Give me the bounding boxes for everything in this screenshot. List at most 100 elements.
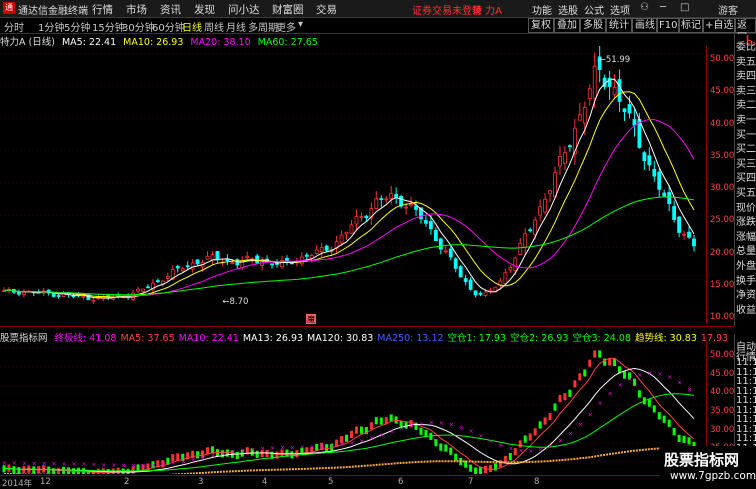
quote-row-label[interactable]: 卖三 bbox=[736, 82, 756, 97]
event-marker-label: 魔 bbox=[307, 314, 315, 324]
candle-body bbox=[553, 172, 557, 198]
ultimate-line-mark: × bbox=[369, 435, 374, 442]
ultimate-line-mark: × bbox=[210, 453, 215, 460]
indicator-chart[interactable]: × × × × × × × × × × × × × × × × × × × × × × × × × × × × × × × × × × × × × × × ×… bbox=[0, 342, 706, 474]
ultimate-line-mark: × bbox=[578, 421, 583, 428]
minimize-icon[interactable]: ─ bbox=[660, 2, 666, 13]
menu-wealth-circle[interactable]: 财富圈 bbox=[272, 2, 304, 17]
menu-news[interactable]: 资讯 bbox=[160, 2, 181, 17]
mark-button[interactable]: 标记 bbox=[678, 18, 704, 33]
quote-side-panel: 委比 卖五 卖四 卖三 卖二 卖一 买一 买二 买三 买四 买五 现价 涨跌 涨幅 总量 外盘 换手 净资 收益 bbox=[734, 34, 756, 326]
indicator-bar bbox=[578, 373, 582, 381]
overlay-button[interactable]: 叠加 bbox=[554, 18, 580, 33]
menu-options[interactable]: 选项 bbox=[610, 2, 630, 17]
period-60min[interactable]: 60分钟 bbox=[152, 19, 185, 34]
candle-body bbox=[364, 215, 369, 219]
quote-row-label[interactable]: 涨幅 bbox=[736, 228, 756, 243]
quote-row-label[interactable]: 卖四 bbox=[736, 67, 756, 82]
quote-row-label[interactable]: 买三 bbox=[736, 155, 756, 170]
ultimate-line-mark: × bbox=[280, 445, 285, 452]
stats-button[interactable]: 统计 bbox=[606, 18, 632, 33]
period-multi[interactable]: 多周期 bbox=[248, 19, 278, 34]
quote-row-label[interactable]: 收益 bbox=[736, 301, 756, 316]
period-intraday[interactable]: 分时 bbox=[4, 19, 24, 34]
date-tick-label: 7 bbox=[468, 477, 474, 487]
indicator-bar bbox=[439, 443, 443, 451]
period-daily[interactable]: 日线 bbox=[182, 19, 202, 34]
candle-body bbox=[538, 206, 543, 216]
candle-body bbox=[582, 107, 587, 124]
period-5min[interactable]: 5分钟 bbox=[64, 19, 90, 34]
quote-row-label[interactable]: 买二 bbox=[736, 140, 756, 155]
back-button[interactable]: 返回 bbox=[734, 18, 756, 44]
quote-row-label[interactable]: 总量 bbox=[736, 242, 756, 257]
candle-body bbox=[349, 224, 354, 234]
draw-line-button[interactable]: 画线 bbox=[632, 18, 658, 33]
quote-row-label[interactable]: 卖二 bbox=[736, 96, 756, 111]
main-kline-chart[interactable]: ←51.99 ←8.70 魔 bbox=[0, 46, 706, 324]
menu-stock-pick[interactable]: 选股 bbox=[558, 2, 578, 17]
menu-wenxiaoda[interactable]: 问小达 bbox=[228, 2, 260, 17]
user-icon[interactable]: ⚇ bbox=[640, 2, 649, 13]
quote-row-label[interactable]: 换手 bbox=[736, 272, 756, 287]
ultimate-line-mark: × bbox=[637, 372, 642, 379]
period-more[interactable]: 更多 bbox=[276, 19, 296, 34]
indicator-bar bbox=[573, 380, 577, 388]
candle-body bbox=[478, 292, 483, 295]
candle-body bbox=[190, 262, 195, 270]
f10-button[interactable]: F10 bbox=[656, 18, 681, 33]
ultimate-line-mark: × bbox=[191, 457, 196, 464]
period-monthly[interactable]: 月线 bbox=[226, 19, 246, 34]
indicator-bar bbox=[563, 393, 567, 401]
indicator-bar bbox=[345, 434, 349, 442]
quote-row-label[interactable]: 买四 bbox=[736, 169, 756, 184]
indicator-bar bbox=[553, 403, 557, 411]
add-watchlist-button[interactable]: +自选 bbox=[702, 18, 737, 33]
ultimate-line-mark: × bbox=[330, 443, 335, 450]
menu-function[interactable]: 功能 bbox=[532, 2, 552, 17]
candle-body bbox=[165, 275, 170, 279]
quote-row-label[interactable]: 涨跌 bbox=[736, 213, 756, 228]
fuquan-button[interactable]: 复权 bbox=[528, 18, 554, 33]
period-30min[interactable]: 30分钟 bbox=[122, 19, 155, 34]
quote-row-label[interactable]: 买五 bbox=[736, 184, 756, 199]
menu-trade[interactable]: 交易 bbox=[316, 2, 337, 17]
indicator-bar bbox=[613, 358, 617, 367]
menu-quotes[interactable]: 行情 bbox=[92, 2, 113, 17]
candle-body bbox=[359, 216, 364, 219]
quote-row-label[interactable]: 现价 bbox=[736, 199, 756, 214]
chevron-down-icon[interactable]: ▾ bbox=[298, 19, 303, 30]
period-weekly[interactable]: 周线 bbox=[204, 19, 224, 34]
quote-row-label[interactable]: 净资 bbox=[736, 286, 756, 301]
menu-market[interactable]: 市场 bbox=[126, 2, 147, 17]
date-tick-label: 8 bbox=[534, 477, 540, 487]
period-1min[interactable]: 1分钟 bbox=[38, 19, 64, 34]
pane-divider bbox=[0, 326, 734, 327]
quote-row-label[interactable]: 外盘 bbox=[736, 257, 756, 272]
indicator-bar bbox=[632, 378, 636, 386]
quote-row-label[interactable]: 买一 bbox=[736, 126, 756, 141]
indicator-bar bbox=[513, 448, 517, 456]
low-price-label: ←8.70 bbox=[222, 297, 248, 307]
candle-body bbox=[662, 192, 667, 197]
quote-row-label[interactable]: 卖一 bbox=[736, 111, 756, 126]
candle-body bbox=[642, 152, 647, 162]
indicator-bar bbox=[404, 421, 408, 429]
candle-body bbox=[314, 249, 319, 254]
axis-tick-label: 15.00 bbox=[710, 279, 735, 290]
ultimate-line-mark: × bbox=[479, 433, 484, 440]
candle-body bbox=[657, 171, 662, 190]
menu-discover[interactable]: 发现 bbox=[194, 2, 215, 17]
multi-stock-button[interactable]: 多股 bbox=[580, 18, 606, 33]
ultimate-line-mark: × bbox=[687, 386, 692, 393]
quote-row-label[interactable]: 卖五 bbox=[736, 53, 756, 68]
maximize-icon[interactable]: □ bbox=[680, 2, 689, 13]
menu-formula[interactable]: 公式 bbox=[584, 2, 604, 17]
ultimate-line-mark: × bbox=[250, 446, 255, 453]
indicator-bar bbox=[354, 426, 358, 434]
period-15min[interactable]: 15分钟 bbox=[92, 19, 125, 34]
guest-label[interactable]: 游客 bbox=[718, 2, 738, 17]
candle-body bbox=[51, 293, 56, 297]
candle-body bbox=[175, 266, 180, 269]
candle-body bbox=[632, 119, 637, 126]
